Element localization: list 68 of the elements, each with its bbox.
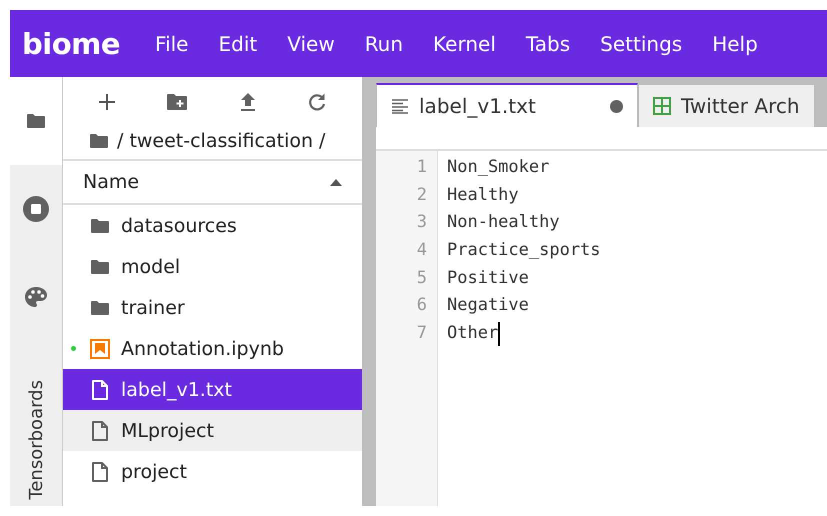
code-line: Healthy [447, 184, 519, 207]
editor-tab[interactable]: Twitter Arch [638, 84, 815, 127]
new-launcher-button[interactable] [98, 93, 116, 111]
listing-row[interactable]: label_v1.txt [63, 369, 362, 410]
line-number: 5 [416, 266, 428, 290]
sidebar-tab[interactable] [10, 77, 62, 165]
breadcrumb[interactable]: / tweet-classification / [117, 130, 326, 152]
upload-icon [238, 92, 257, 112]
line-number: 6 [416, 294, 428, 318]
listing-row[interactable]: datasources [63, 205, 362, 246]
tab-label: Twitter Arch [681, 94, 800, 118]
file-name: model [121, 256, 180, 278]
menu-item[interactable]: View [272, 32, 350, 56]
new-folder-button[interactable] [166, 93, 188, 111]
menu-item[interactable]: File [140, 32, 204, 56]
menu-item[interactable]: Tabs [510, 32, 586, 56]
line-number: 7 [416, 322, 428, 346]
editor-tab[interactable]: label_v1.txt [376, 83, 638, 127]
file-icon [91, 462, 109, 482]
code-line: Negative [447, 294, 529, 318]
column-title: Name [83, 171, 140, 193]
menu-item[interactable]: Edit [203, 32, 272, 56]
listing-row[interactable]: trainer [63, 287, 362, 328]
sidebar-tab[interactable]: Tensorboards [26, 368, 46, 506]
stop-icon [23, 196, 49, 222]
listing-row[interactable]: project [63, 451, 362, 492]
file-name: trainer [121, 296, 185, 318]
upload-button[interactable] [238, 92, 257, 112]
file-icon [91, 420, 109, 440]
menu-item[interactable]: Help [697, 32, 773, 56]
folder-plus-icon [166, 93, 188, 111]
line-number: 1 [416, 156, 428, 179]
file-name: project [121, 460, 187, 482]
logo: biome [22, 26, 120, 60]
line-number: 2 [416, 184, 428, 207]
file-name: MLproject [121, 420, 214, 442]
listing-row[interactable]: MLproject [63, 410, 362, 451]
text-lines-icon [391, 98, 409, 114]
sort-caret-icon [330, 178, 342, 186]
menu-item[interactable]: Settings [585, 32, 698, 56]
line-number: 4 [416, 239, 428, 262]
palette-icon [24, 286, 48, 308]
menu-item[interactable]: Run [350, 32, 418, 56]
file-name: Annotation.ipynb [121, 338, 284, 360]
refresh-icon [306, 92, 327, 112]
file-name: datasources [121, 214, 237, 236]
folder-icon [90, 218, 110, 234]
folder-icon [89, 133, 109, 149]
folder-icon [26, 113, 46, 129]
refresh-button[interactable] [306, 92, 327, 112]
code-line: Positive [447, 266, 529, 290]
folder-icon [90, 300, 110, 316]
notebook-icon [90, 338, 110, 358]
code-line: Non_Smoker [447, 156, 550, 179]
tab-label: label_v1.txt [419, 94, 536, 118]
line-number: 3 [416, 211, 428, 234]
code-line: Practice_sports [447, 239, 601, 262]
file-icon [91, 380, 109, 400]
menu-item[interactable]: Kernel [418, 32, 511, 56]
text-cursor [498, 322, 500, 346]
code-line: Non-healthy [447, 211, 560, 234]
file-name: label_v1.txt [121, 378, 232, 400]
listing-row[interactable]: model [63, 246, 362, 287]
table-icon [653, 97, 671, 115]
listing-row[interactable]: Annotation.ipynb [63, 328, 362, 369]
code-line: Other [447, 322, 498, 346]
folder-icon [90, 258, 110, 274]
plus-icon [98, 93, 116, 111]
